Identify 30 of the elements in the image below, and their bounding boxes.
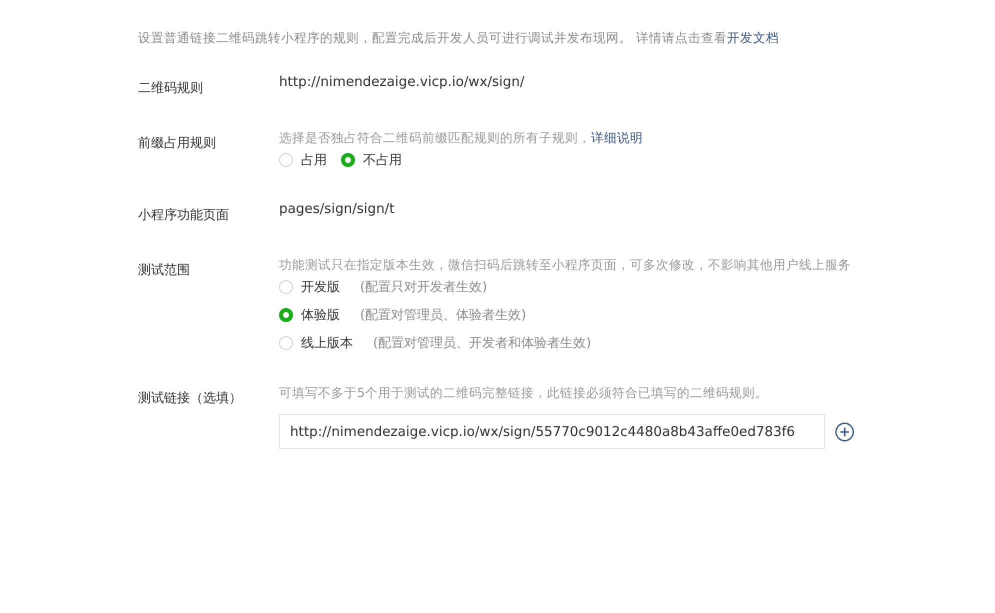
add-icon[interactable] xyxy=(834,422,854,442)
field-label: 测试范围 xyxy=(138,262,191,280)
docs-link[interactable]: 开发文档 xyxy=(726,30,779,45)
field-label: 二维码规则 xyxy=(138,80,204,97)
field-label: 前缀占用规则 xyxy=(138,135,217,153)
option-note: (配置对管理员、体验者生效) xyxy=(360,307,526,324)
option-label: 线上版本 xyxy=(301,335,353,352)
field-value: pages/sign/sign/t xyxy=(279,200,396,219)
option-note: (配置对管理员、开发者和体验者生效) xyxy=(373,335,592,352)
radio-option[interactable]: 体验版 (配置对管理员、体验者生效) xyxy=(279,306,854,324)
option-label: 体验版 xyxy=(301,307,340,324)
field-label: 小程序功能页面 xyxy=(138,207,230,224)
field-value: http://nimendezaige.vicp.io/wx/sign/ xyxy=(279,73,526,92)
field-label: 测试链接（选填） xyxy=(138,390,243,408)
field-hint: 功能测试只在指定版本生效，微信扫码后跳转至小程序页面，可多次修改，不影响其他用户线上服务 xyxy=(279,256,852,274)
intro-text: 设置普通链接二维码跳转小程序的规则，配置完成后开发人员可进行调试并发布现网。 详情请点击查看开发文档 xyxy=(138,29,780,47)
option-label: 占用 xyxy=(301,152,327,169)
radio-button[interactable] xyxy=(279,308,293,322)
detail-link[interactable]: 详细说明 xyxy=(591,130,643,145)
radio-option[interactable]: 线上版本 (配置对管理员、开发者和体验者生效) xyxy=(279,334,854,352)
radio-button[interactable] xyxy=(341,153,355,167)
field-hint: 选择是否独占符合二维码前缀匹配规则的所有子规则，详细说明 xyxy=(279,129,644,147)
link-input-field[interactable]: http://nimendezaige.vicp.io/wx/sign/55770c9012c4480a8b43affe0ed783f6 xyxy=(279,414,825,449)
option-label: 开发版 xyxy=(301,279,340,296)
radio-option[interactable]: 占用 xyxy=(279,151,327,169)
radio-option[interactable]: 开发版 (配置只对开发者生效) xyxy=(279,278,854,296)
radio-option[interactable]: 不占用 xyxy=(341,151,402,169)
option-note: (配置只对开发者生效) xyxy=(360,279,488,296)
field-hint: 可填写不多于5个用于测试的二维码完整链接，此链接必须符合已填写的二维码规则。 xyxy=(279,384,769,402)
option-label: 不占用 xyxy=(363,152,402,169)
